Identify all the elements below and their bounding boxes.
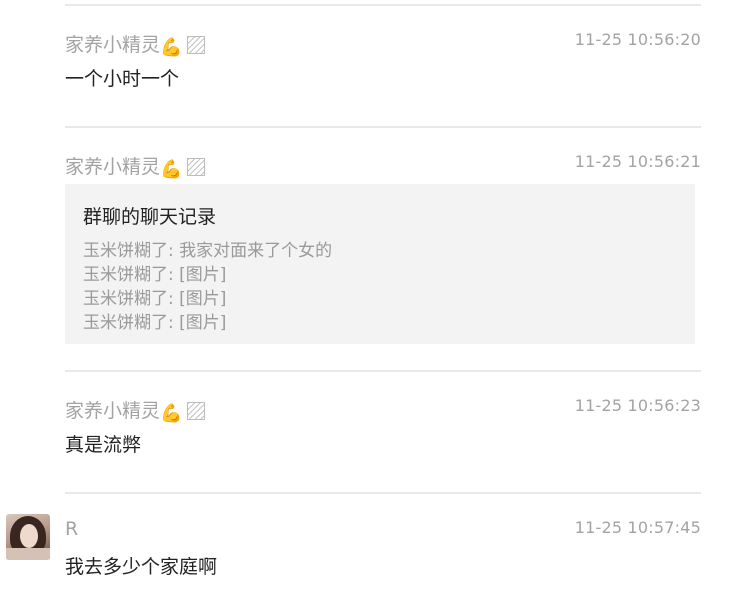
chat-message: R 11-25 10:57:45 我去多少个家庭啊 <box>65 492 701 604</box>
sender-name-text: 家养小精灵 <box>65 156 161 178</box>
forwarded-record-line: 玉米饼糊了: [图片] <box>83 313 227 333</box>
sender-name[interactable]: 家养小精灵💪 <box>65 30 206 58</box>
avatar-shoulder-shape <box>6 548 50 560</box>
chat-message: 家养小精灵💪 11-25 10:56:21 群聊的聊天记录 玉米饼糊了: 我家对… <box>65 126 701 368</box>
sender-name[interactable]: 家养小精灵💪 <box>65 152 206 180</box>
sender-avatar[interactable] <box>6 514 50 560</box>
forwarded-record-title: 群聊的聊天记录 <box>83 206 217 228</box>
message-timestamp: 11-25 10:56:21 <box>574 152 701 171</box>
sender-name[interactable]: R <box>65 518 78 540</box>
flexed-biceps-icon: 💪 <box>160 159 183 180</box>
flexed-biceps-icon: 💪 <box>160 37 183 58</box>
message-text[interactable]: 我去多少个家庭啊 <box>65 552 217 579</box>
placeholder-emoji-icon <box>187 36 206 54</box>
chat-message: 家养小精灵💪 11-25 10:56:20 一个小时一个 <box>65 4 701 124</box>
chat-message: 家养小精灵💪 11-25 10:56:23 真是流弊 <box>65 370 701 490</box>
forwarded-chat-record-card[interactable]: 群聊的聊天记录 玉米饼糊了: 我家对面来了个女的 玉米饼糊了: [图片] 玉米饼… <box>65 184 695 344</box>
message-text[interactable]: 一个小时一个 <box>65 64 179 91</box>
sender-name-text: 家养小精灵 <box>65 400 161 422</box>
forwarded-record-line: 玉米饼糊了: 我家对面来了个女的 <box>83 241 333 261</box>
flexed-biceps-icon: 💪 <box>160 403 183 424</box>
forwarded-record-line: 玉米饼糊了: [图片] <box>83 265 227 285</box>
placeholder-emoji-icon <box>187 158 206 176</box>
message-timestamp: 11-25 10:56:23 <box>574 396 701 415</box>
sender-name[interactable]: 家养小精灵💪 <box>65 396 206 424</box>
message-text[interactable]: 真是流弊 <box>65 430 141 457</box>
message-timestamp: 11-25 10:56:20 <box>574 30 701 49</box>
placeholder-emoji-icon <box>187 402 206 420</box>
sender-name-text: 家养小精灵 <box>65 34 161 56</box>
forwarded-record-line: 玉米饼糊了: [图片] <box>83 289 227 309</box>
avatar-face-shape <box>20 524 38 548</box>
message-timestamp: 11-25 10:57:45 <box>574 518 701 537</box>
